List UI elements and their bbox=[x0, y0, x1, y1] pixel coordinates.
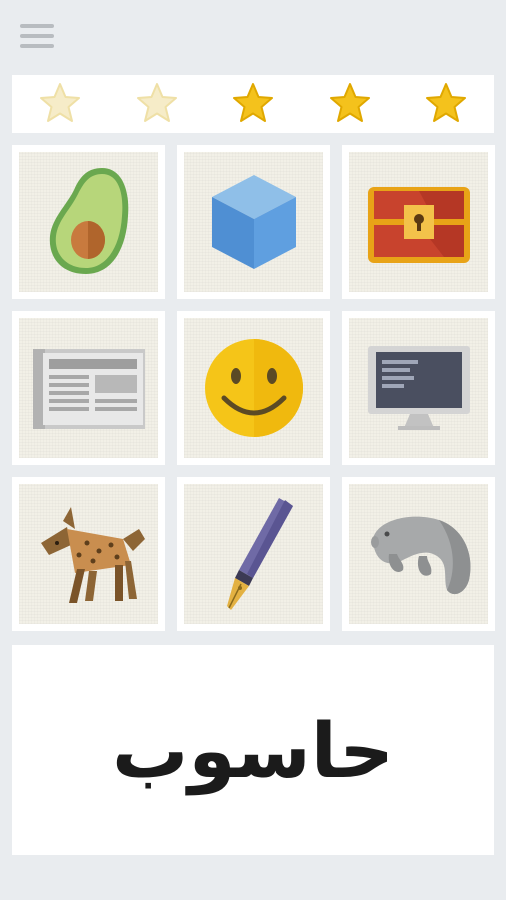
star-filled-icon bbox=[231, 82, 275, 126]
star-rating bbox=[12, 75, 494, 133]
cube-icon bbox=[211, 175, 296, 269]
computer-monitor-icon bbox=[367, 346, 470, 430]
menu-bar bbox=[20, 44, 54, 48]
tile-smiley[interactable] bbox=[177, 311, 330, 465]
smiley-face-icon bbox=[204, 339, 303, 437]
tile-avocado[interactable] bbox=[12, 145, 165, 299]
tile-treasure-chest[interactable] bbox=[342, 145, 495, 299]
tile-hyena[interactable] bbox=[12, 477, 165, 631]
fountain-pen-icon bbox=[226, 498, 293, 610]
star-filled-icon bbox=[424, 82, 468, 126]
word-card: حاسوب bbox=[12, 645, 494, 855]
tile-cube[interactable] bbox=[177, 145, 330, 299]
avocado-icon bbox=[49, 168, 128, 274]
manatee-icon bbox=[370, 516, 471, 595]
hamburger-menu-icon[interactable] bbox=[20, 22, 54, 52]
tile-manatee[interactable] bbox=[342, 477, 495, 631]
tile-newspaper[interactable] bbox=[12, 311, 165, 465]
treasure-chest-icon bbox=[367, 187, 470, 263]
tile-computer[interactable] bbox=[342, 311, 495, 465]
star-empty-icon bbox=[135, 82, 179, 126]
hyena-icon bbox=[40, 507, 145, 603]
menu-bar bbox=[20, 24, 54, 28]
star-filled-icon bbox=[328, 82, 372, 126]
star-empty-icon bbox=[38, 82, 82, 126]
target-word: حاسوب bbox=[111, 705, 395, 795]
tile-fountain-pen[interactable] bbox=[177, 477, 330, 631]
newspaper-icon bbox=[32, 349, 145, 429]
menu-bar bbox=[20, 34, 54, 38]
answer-grid bbox=[12, 145, 496, 635]
